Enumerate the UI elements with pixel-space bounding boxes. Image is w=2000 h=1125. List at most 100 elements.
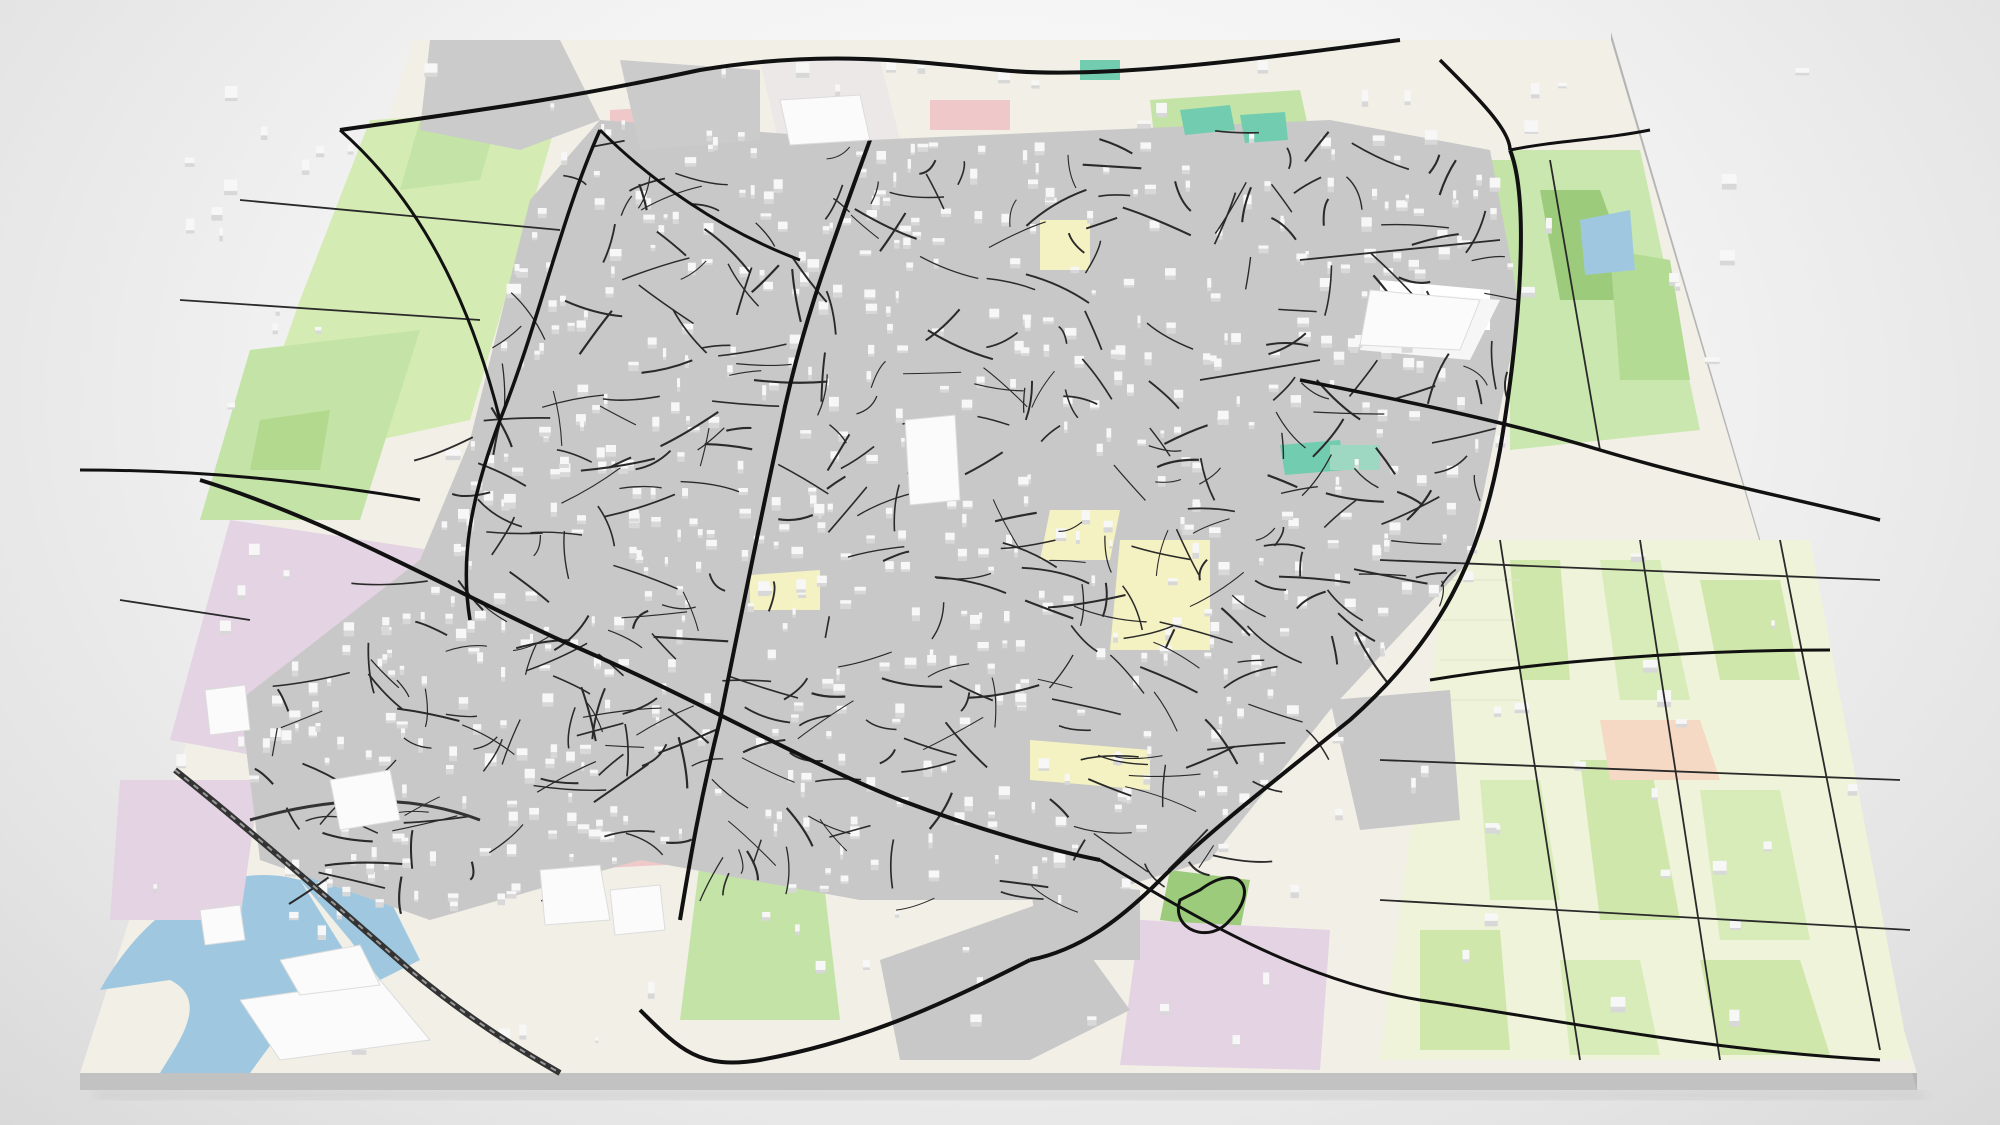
building (589, 769, 598, 777)
building (604, 393, 608, 410)
building (782, 623, 788, 632)
building (765, 809, 772, 819)
map-model[interactable] (0, 0, 2000, 1125)
building (854, 586, 866, 595)
building (758, 581, 770, 597)
building (798, 251, 806, 264)
building (892, 718, 901, 725)
building (1381, 347, 1392, 359)
building (1160, 1004, 1169, 1015)
building (1376, 429, 1383, 438)
building (1280, 628, 1290, 637)
building (1091, 290, 1096, 296)
building (1271, 667, 1276, 677)
building (1295, 561, 1303, 575)
building (779, 524, 790, 532)
building (773, 179, 783, 193)
building (1115, 751, 1121, 766)
building (568, 793, 573, 803)
building (739, 508, 751, 519)
building (281, 730, 292, 744)
building (550, 744, 558, 758)
building (1140, 142, 1152, 152)
building (1204, 609, 1213, 617)
building (684, 157, 697, 167)
building (1020, 679, 1029, 689)
building (961, 610, 968, 617)
building (1416, 360, 1424, 374)
building (507, 800, 518, 808)
building (596, 447, 605, 460)
building (501, 341, 508, 352)
building (1558, 82, 1567, 89)
building (519, 1024, 527, 1040)
building (859, 250, 872, 257)
building (1137, 439, 1146, 446)
building (677, 529, 681, 542)
building (308, 682, 318, 696)
building (1076, 531, 1080, 544)
building (1015, 693, 1027, 706)
building (508, 811, 518, 827)
building (750, 185, 755, 199)
building (772, 728, 779, 737)
building (940, 208, 952, 217)
building (610, 806, 618, 817)
building (449, 746, 457, 762)
building (1393, 252, 1402, 262)
building (1675, 282, 1681, 291)
building (906, 262, 914, 271)
building (706, 539, 717, 550)
building (470, 441, 475, 451)
map-model-scene (0, 0, 2000, 1125)
building (879, 662, 890, 672)
building (283, 570, 290, 580)
building (1574, 761, 1586, 771)
building (1032, 866, 1038, 879)
building (1042, 857, 1048, 864)
building (1165, 268, 1176, 280)
building (1321, 335, 1332, 348)
building (176, 754, 186, 769)
building (1428, 584, 1439, 598)
building (1361, 217, 1372, 232)
building (1004, 611, 1010, 624)
building (275, 308, 280, 316)
building (548, 830, 557, 840)
building (807, 259, 820, 273)
building (998, 786, 1010, 800)
building (1038, 590, 1045, 600)
building (1043, 344, 1050, 357)
building (399, 665, 405, 675)
building (378, 756, 391, 766)
building (453, 543, 461, 557)
building (1546, 217, 1552, 234)
building (814, 503, 825, 516)
building (525, 591, 538, 602)
building (1384, 201, 1389, 211)
building (542, 693, 554, 707)
building (1231, 333, 1241, 345)
building (503, 453, 509, 462)
building (773, 541, 779, 550)
building (1268, 384, 1279, 393)
building (791, 546, 804, 559)
building (1236, 396, 1240, 407)
building (227, 402, 236, 410)
building (1232, 1035, 1240, 1047)
building (1074, 355, 1084, 368)
building (865, 303, 878, 314)
building (1712, 860, 1727, 875)
building (262, 738, 270, 753)
building (621, 120, 625, 130)
building (1023, 496, 1029, 507)
building (676, 629, 683, 645)
building (317, 925, 326, 940)
building (759, 269, 765, 281)
building (315, 723, 321, 732)
building (1087, 1016, 1097, 1026)
building (1331, 149, 1335, 161)
building (643, 214, 655, 224)
building (1378, 607, 1389, 617)
building (970, 1014, 982, 1027)
